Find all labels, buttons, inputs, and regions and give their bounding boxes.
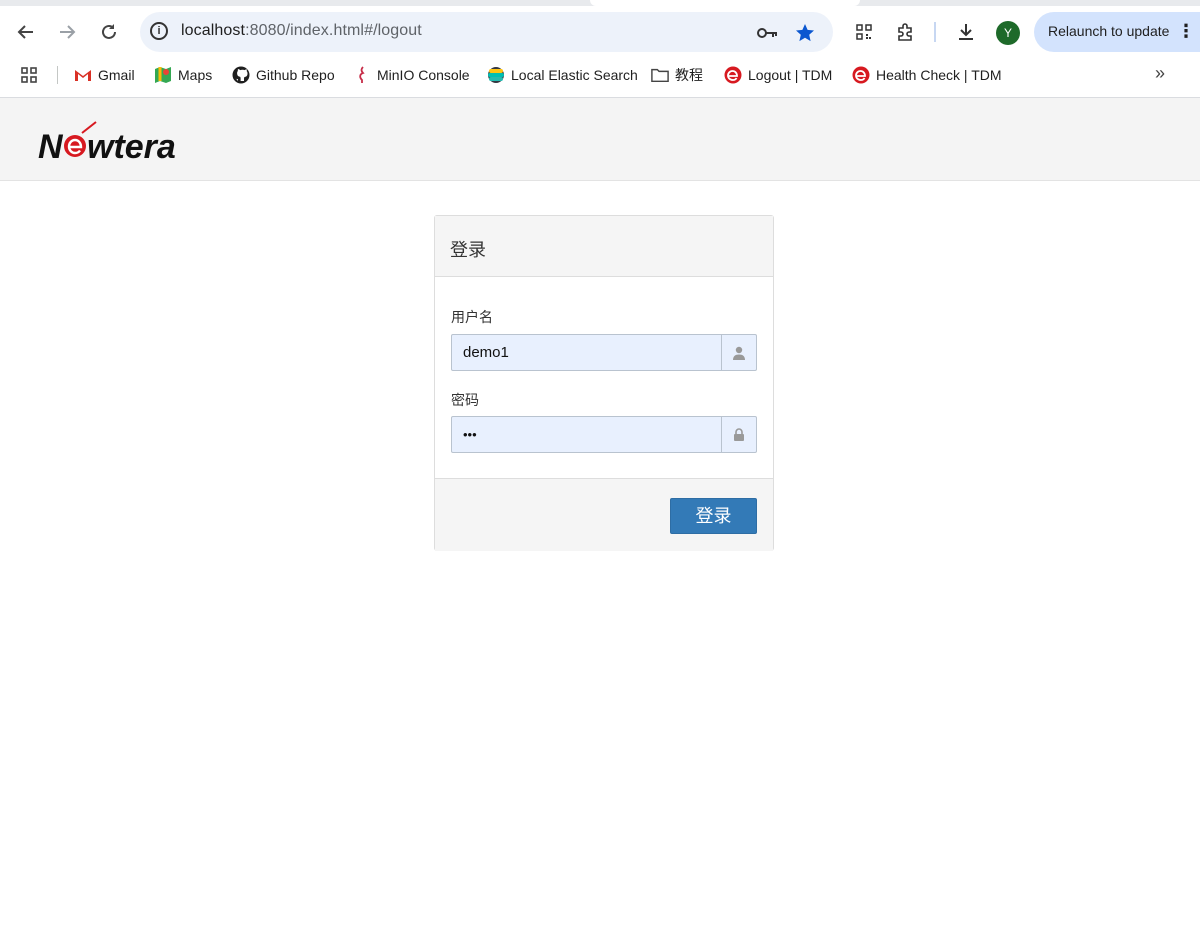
bookmark-elastic[interactable]: Local Elastic Search [487, 64, 638, 86]
bookmark-folder-tutorial[interactable]: 教程 [651, 64, 703, 86]
back-button[interactable] [11, 17, 41, 47]
bookmark-gmail[interactable]: Gmail [74, 64, 135, 86]
bookmark-health-check-tdm[interactable]: Health Check | TDM [852, 64, 1002, 86]
relaunch-update-button[interactable]: Relaunch to update ⋮ [1034, 12, 1200, 52]
page-content: N wtera 登录 用户名 demo1 密码 ••• 登录 [0, 98, 1200, 935]
extensions-icon[interactable] [891, 17, 921, 47]
svg-text:N: N [38, 128, 64, 164]
url-path: :8080/index.html#/logout [245, 22, 422, 39]
apps-grid-icon [20, 66, 38, 84]
bookmark-label: Local Elastic Search [511, 67, 638, 83]
url-host: localhost [181, 22, 246, 39]
password-label: 密码 [451, 392, 479, 408]
bookmark-label: MinIO Console [377, 67, 470, 83]
username-label: 用户名 [451, 309, 493, 325]
password-field[interactable]: ••• [451, 416, 757, 453]
browser-chrome: i localhost:8080/index.html#/logout Y Re… [0, 0, 1200, 98]
toolbar-divider [934, 22, 936, 42]
forward-button[interactable] [52, 17, 82, 47]
bookmark-label: Github Repo [256, 67, 335, 83]
login-panel-footer: 登录 [435, 478, 773, 551]
password-value: ••• [463, 427, 477, 442]
bookmarks-bar: Gmail Maps Github Repo MinIO Console Loc… [0, 60, 1200, 90]
newtera-e-icon [724, 66, 742, 84]
github-icon [232, 66, 250, 84]
bookmark-star-icon[interactable] [793, 21, 817, 45]
reload-icon [102, 24, 116, 39]
bookmark-logout-tdm[interactable]: Logout | TDM [724, 64, 832, 86]
download-icon[interactable] [951, 17, 981, 47]
active-tab[interactable] [590, 0, 860, 6]
username-field[interactable]: demo1 [451, 334, 757, 371]
svg-text:wtera: wtera [87, 128, 176, 164]
relaunch-label: Relaunch to update [1048, 23, 1170, 39]
app-header: N wtera [0, 98, 1200, 181]
bookmark-maps[interactable]: Maps [154, 64, 212, 86]
password-key-icon[interactable] [756, 21, 780, 45]
arrow-right-icon [60, 25, 76, 39]
profile-avatar[interactable]: Y [996, 21, 1020, 45]
qr-code-icon[interactable] [849, 17, 879, 47]
newtera-logo: N wtera [38, 120, 203, 166]
lock-icon [721, 417, 756, 452]
menu-kebab-icon[interactable]: ⋮ [1177, 20, 1195, 42]
bookmark-github[interactable]: Github Repo [232, 64, 335, 86]
login-button[interactable]: 登录 [670, 498, 757, 534]
bookmark-label: Gmail [98, 67, 135, 83]
bookmark-label: 教程 [675, 67, 703, 83]
site-info-icon[interactable]: i [150, 22, 168, 40]
bookmarks-divider [57, 66, 58, 84]
reload-button[interactable] [94, 17, 124, 47]
folder-icon [651, 66, 669, 84]
newtera-e-icon [852, 66, 870, 84]
address-bar[interactable]: i localhost:8080/index.html#/logout [140, 12, 833, 52]
login-form: 用户名 demo1 密码 ••• [435, 277, 773, 478]
url-text[interactable]: localhost:8080/index.html#/logout [181, 22, 422, 40]
tab-strip [0, 0, 1200, 6]
username-value: demo1 [463, 344, 509, 361]
bookmarks-overflow-icon[interactable]: » [1155, 63, 1165, 84]
arrow-left-icon [17, 25, 33, 39]
elastic-icon [487, 66, 505, 84]
gmail-icon [74, 66, 92, 84]
bookmark-label: Logout | TDM [748, 67, 833, 83]
login-panel: 登录 用户名 demo1 密码 ••• 登录 [434, 215, 774, 551]
bookmark-label: Maps [178, 67, 213, 83]
apps-grid-button[interactable] [20, 64, 44, 86]
bookmark-label: Health Check | TDM [876, 67, 1002, 83]
user-icon [721, 335, 756, 370]
minio-icon [353, 66, 371, 84]
bookmark-minio[interactable]: MinIO Console [353, 64, 470, 86]
maps-icon [154, 66, 172, 84]
login-panel-title: 登录 [435, 216, 773, 277]
